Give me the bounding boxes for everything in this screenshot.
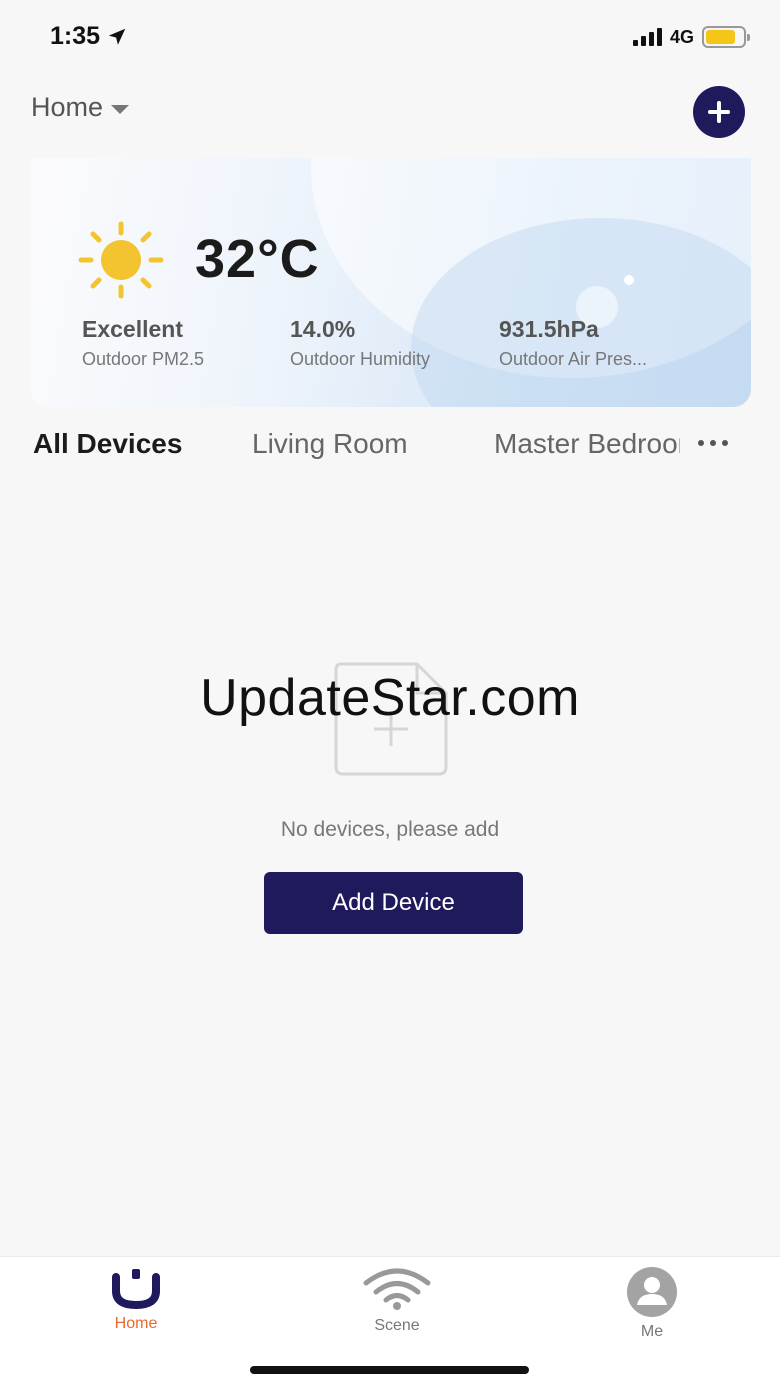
nav-home[interactable]: Home: [76, 1267, 196, 1333]
add-device-button[interactable]: Add Device: [264, 872, 523, 934]
caret-down-icon: [111, 104, 130, 114]
empty-message: No devices, please add: [280, 818, 500, 841]
network-type: 4G: [669, 26, 694, 47]
room-tabs: All Devices Living Room Master Bedroom: [0, 428, 780, 472]
tab-all-devices[interactable]: All Devices: [33, 428, 182, 460]
status-indicators: 4G: [632, 26, 750, 48]
stat-value: 931.5hPa: [499, 316, 599, 342]
wifi-icon: [363, 1268, 431, 1310]
nav-me[interactable]: Me: [592, 1267, 712, 1341]
nav-scene-label: Scene: [374, 1317, 420, 1334]
stat-value: Excellent: [82, 316, 183, 342]
stat-label: Outdoor PM2.5: [82, 349, 205, 369]
add-button[interactable]: [693, 86, 745, 138]
stat-pm25: Excellent Outdoor PM2.5: [82, 316, 204, 370]
tab-living-room[interactable]: Living Room: [252, 428, 408, 460]
weather-card[interactable]: 32°C Excellent Outdoor PM2.5 14.0% Outdo…: [30, 158, 751, 407]
status-bar: 1:35 4G: [0, 0, 780, 80]
nav-scene[interactable]: Scene: [337, 1267, 457, 1335]
home-selector-label: Home: [31, 92, 104, 122]
user-avatar-icon: [627, 1267, 677, 1317]
stat-humidity: 14.0% Outdoor Humidity: [290, 316, 430, 370]
plus-circle-icon: [708, 101, 730, 123]
battery-icon: [702, 26, 750, 48]
signal-icon: [632, 28, 662, 46]
stat-label: Outdoor Air Pres...: [499, 349, 648, 369]
tab-master-bedroom[interactable]: Master Bedroom: [494, 428, 680, 460]
watermark: UpdateStar.com: [200, 669, 580, 727]
tab-master-bedroom-clip: Master Bedroom: [494, 428, 680, 460]
home-logo-icon: [112, 1269, 160, 1309]
stat-label: Outdoor Humidity: [290, 349, 431, 369]
stat-value: 14.0%: [290, 316, 356, 342]
status-time: 1:35: [50, 22, 128, 51]
stat-air-pressure: 931.5hPa Outdoor Air Pres...: [499, 316, 647, 370]
more-tabs-icon[interactable]: [698, 440, 728, 446]
home-selector[interactable]: Home: [31, 92, 130, 123]
nav-me-label: Me: [640, 1323, 664, 1340]
home-indicator: [250, 1366, 529, 1374]
status-time-text: 1:35: [50, 22, 101, 50]
sun-icon: [78, 221, 164, 299]
temperature: 32°C: [195, 229, 320, 289]
nav-home-label: Home: [114, 1315, 158, 1332]
location-arrow-icon: [108, 28, 126, 45]
